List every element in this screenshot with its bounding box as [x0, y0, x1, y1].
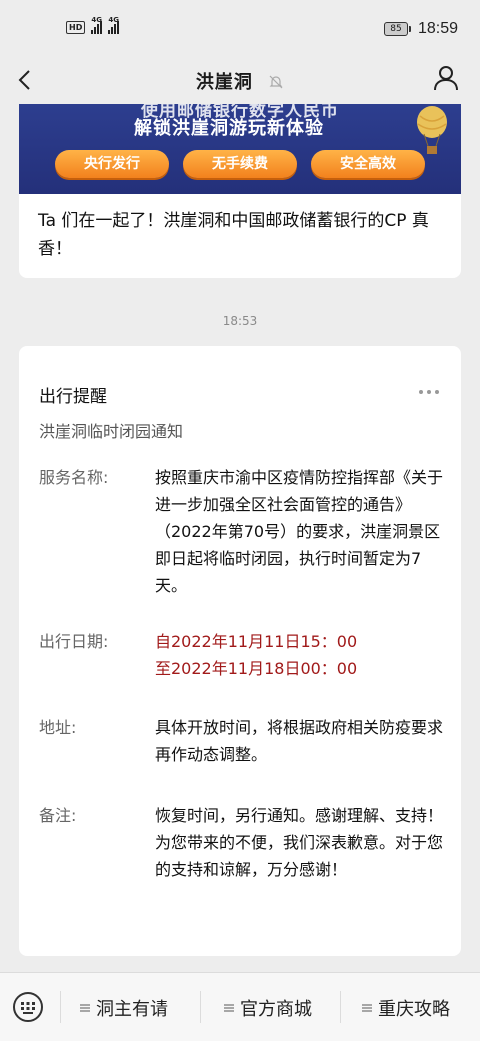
- article-card[interactable]: 使用邮储银行数字人民币 解锁洪崖洞游玩新体验 央行发行 无手续费 安全高效 Ta…: [19, 104, 461, 278]
- page-title: 洪崖洞: [195, 72, 253, 93]
- banner-subtitle: 解锁洪崖洞游玩新体验: [134, 118, 324, 139]
- profile-icon[interactable]: [432, 64, 460, 92]
- battery-icon: 85: [383, 22, 411, 36]
- row-value: 具体开放时间，将根据政府相关防疫要求再作动态调整。: [155, 718, 444, 764]
- date-start: 自2022年11月11日15：00: [155, 632, 358, 651]
- banner-pill: 安全高效: [311, 150, 425, 178]
- message-timestamp: 18:53: [222, 314, 258, 328]
- row-value: 按照重庆市渝中区疫情防控指挥部《关于进一步加强全区社会面管控的通告》（2022年…: [155, 468, 444, 595]
- notice-title: 出行提醒: [39, 387, 107, 407]
- row-label: 地址:: [39, 718, 77, 737]
- menu-list-icon: [80, 1004, 90, 1012]
- menu-item-host[interactable]: 洞主有请: [80, 993, 168, 1023]
- row-label: 服务名称:: [39, 468, 109, 487]
- status-bar: HD 4G 4G 85 18:59: [0, 0, 480, 60]
- banner-pills: 央行发行 无手续费 安全高效: [55, 150, 425, 178]
- menu-list-icon: [224, 1004, 234, 1012]
- menu-item-guide[interactable]: 重庆攻略: [362, 993, 450, 1023]
- banner-pill: 央行发行: [55, 150, 169, 178]
- menu-separator: [200, 991, 201, 1023]
- menu-item-label: 官方商城: [240, 999, 312, 1020]
- article-title[interactable]: Ta 们在一起了！洪崖洞和中国邮政储蓄银行的CP 真香！: [38, 207, 446, 263]
- menu-list-icon: [362, 1004, 372, 1012]
- banner-pill: 无手续费: [183, 150, 297, 178]
- status-left: HD 4G 4G: [66, 16, 120, 34]
- page-title-wrap: 洪崖洞: [0, 68, 480, 94]
- status-right: 85 18:59: [383, 20, 458, 38]
- menu-separator: [60, 991, 61, 1023]
- menu-item-label: 洞主有请: [96, 999, 168, 1020]
- article-banner[interactable]: 使用邮储银行数字人民币 解锁洪崖洞游玩新体验 央行发行 无手续费 安全高效: [19, 104, 461, 194]
- signal-icon-1: 4G: [91, 16, 103, 34]
- menu-item-shop[interactable]: 官方商城: [224, 993, 312, 1023]
- row-value: 自2022年11月11日15：00 至2022年11月18日00：00: [155, 628, 443, 682]
- menu-item-label: 重庆攻略: [378, 999, 450, 1020]
- bottom-menu-bar: 洞主有请 官方商城 重庆攻略: [0, 972, 480, 1041]
- notice-card[interactable]: 出行提醒 洪崖洞临时闭园通知 服务名称: 按照重庆市渝中区疫情防控指挥部《关于进…: [19, 346, 461, 956]
- nav-bar: 洪崖洞: [0, 60, 480, 104]
- row-label: 备注:: [39, 806, 77, 825]
- row-value: 恢复时间，另行通知。感谢理解、支持！为您带来的不便，我们深表歉意。对于您的支持和…: [155, 806, 444, 879]
- menu-separator: [340, 991, 341, 1023]
- row-label: 出行日期:: [39, 632, 109, 651]
- hd-badge: HD: [66, 20, 86, 34]
- signal-label-1: 4G: [91, 16, 102, 24]
- bell-muted-icon: [269, 75, 283, 89]
- date-end: 至2022年11月18日00：00: [155, 659, 358, 678]
- hot-air-balloon-icon: [417, 106, 447, 154]
- more-icon[interactable]: [419, 390, 439, 394]
- keyboard-icon[interactable]: [12, 991, 44, 1023]
- signal-icon-2: 4G: [108, 16, 120, 34]
- status-time: 18:59: [417, 20, 458, 37]
- notice-subtitle: 洪崖洞临时闭园通知: [39, 422, 184, 441]
- signal-label-2: 4G: [108, 16, 119, 24]
